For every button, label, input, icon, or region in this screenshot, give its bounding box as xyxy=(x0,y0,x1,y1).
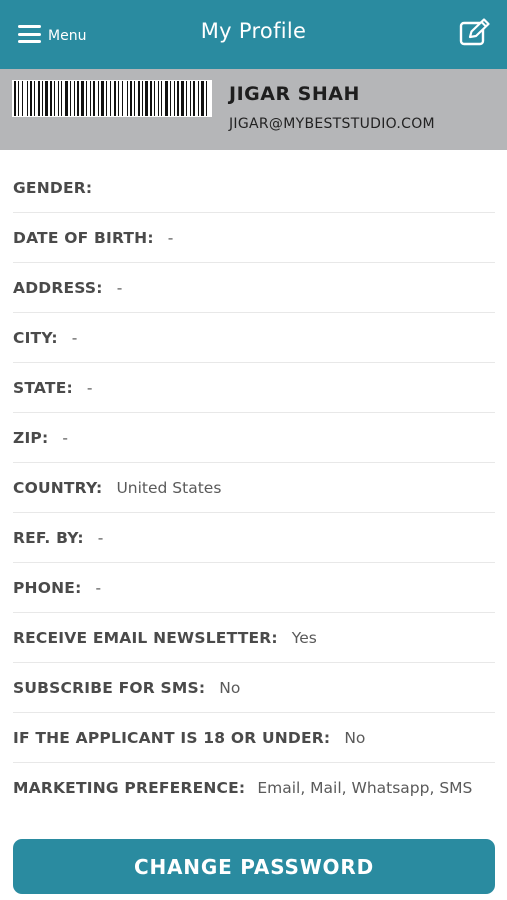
field-label: COUNTRY: xyxy=(13,479,103,497)
field-row-marketing-preference: MARKETING PREFERENCE: Email, Mail, Whatsa… xyxy=(13,763,495,800)
field-row-city: CITY: - xyxy=(13,313,495,363)
field-label: ZIP: xyxy=(13,429,49,447)
field-label: RECEIVE EMAIL NEWSLETTER: xyxy=(13,629,278,647)
field-value: - xyxy=(62,429,68,447)
field-label: ADDRESS: xyxy=(13,279,103,297)
page-title: My Profile xyxy=(200,19,307,43)
profile-summary: JIGAR SHAH JIGAR@MYBESTSTUDIO.COM xyxy=(0,69,507,150)
field-label: PHONE: xyxy=(13,579,82,597)
field-row-zip: ZIP: - xyxy=(13,413,495,463)
user-name: JIGAR SHAH xyxy=(229,83,360,105)
barcode-icon xyxy=(12,80,212,117)
field-value: No xyxy=(219,679,241,697)
field-row-ref-by: REF. BY: - xyxy=(13,513,495,563)
field-label: DATE OF BIRTH: xyxy=(13,229,154,247)
field-value: - xyxy=(71,329,78,347)
field-label: GENDER: xyxy=(13,179,93,197)
field-row-email-newsletter: RECEIVE EMAIL NEWSLETTER: Yes xyxy=(13,613,495,663)
field-value: Yes xyxy=(291,629,317,647)
field-value: - xyxy=(97,529,104,547)
field-row-subscribe-sms: SUBSCRIBE FOR SMS: No xyxy=(13,663,495,713)
user-email: JIGAR@MYBESTSTUDIO.COM xyxy=(229,116,435,132)
field-row-address: ADDRESS: - xyxy=(13,263,495,313)
field-label: CITY: xyxy=(13,329,58,347)
field-row-gender: GENDER: xyxy=(13,163,495,213)
field-row-date-of-birth: DATE OF BIRTH: - xyxy=(13,213,495,263)
field-row-country: COUNTRY: United States xyxy=(13,463,495,513)
field-label: MARKETING PREFERENCE: xyxy=(13,779,246,797)
field-row-applicant-18-or-under: IF THE APPLICANT IS 18 OR UNDER: No xyxy=(13,713,495,763)
field-label: STATE: xyxy=(13,379,73,397)
profile-fields: GENDER: DATE OF BIRTH: - ADDRESS: - CITY… xyxy=(13,163,495,800)
field-value: - xyxy=(167,229,174,247)
field-value: - xyxy=(86,379,93,397)
field-value: Email, Mail, Whatsapp, SMS xyxy=(257,779,473,797)
top-app-bar: Menu My Profile xyxy=(0,0,507,69)
field-label: SUBSCRIBE FOR SMS: xyxy=(13,679,206,697)
edit-profile-button[interactable] xyxy=(459,18,491,48)
edit-icon xyxy=(459,18,490,46)
change-password-button[interactable]: CHANGE PASSWORD xyxy=(13,839,495,894)
field-value: - xyxy=(116,279,123,297)
field-value: - xyxy=(95,579,102,597)
field-row-phone: PHONE: - xyxy=(13,563,495,613)
field-value: No xyxy=(344,729,366,747)
field-value: United States xyxy=(116,479,222,497)
field-label: IF THE APPLICANT IS 18 OR UNDER: xyxy=(13,729,331,747)
field-row-state: STATE: - xyxy=(13,363,495,413)
field-label: REF. BY: xyxy=(13,529,84,547)
